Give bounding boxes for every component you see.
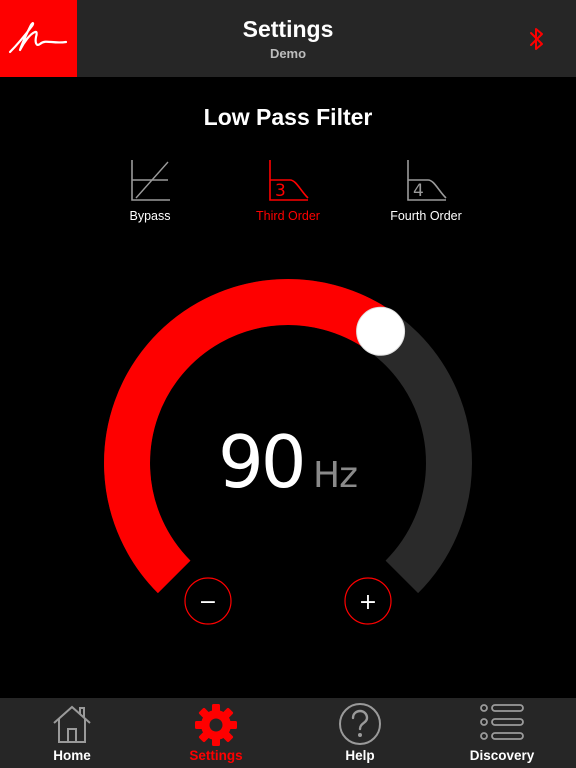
- tab-label: Settings: [189, 748, 243, 763]
- tab-home[interactable]: Home: [0, 698, 144, 768]
- help-icon: [339, 703, 381, 745]
- tab-discovery[interactable]: Discovery: [430, 698, 574, 768]
- tab-bar: Home Settings Help Discovery: [0, 698, 576, 768]
- gear-icon: [195, 704, 237, 746]
- list-icon: [480, 704, 524, 740]
- frequency-unit: Hz: [313, 455, 358, 496]
- tab-label: Discovery: [469, 748, 535, 763]
- frequency-dial[interactable]: − +: [0, 0, 576, 700]
- tab-help[interactable]: Help: [288, 698, 432, 768]
- dial-handle: [356, 306, 406, 356]
- tab-settings[interactable]: Settings: [144, 698, 288, 768]
- minus-button[interactable]: −: [184, 577, 232, 625]
- home-icon: [53, 705, 91, 743]
- plus-label: +: [359, 590, 377, 615]
- plus-button[interactable]: +: [344, 577, 392, 625]
- tab-label: Help: [345, 748, 375, 763]
- minus-label: −: [199, 590, 217, 615]
- tab-label: Home: [53, 748, 91, 763]
- frequency-value: 90: [218, 420, 307, 504]
